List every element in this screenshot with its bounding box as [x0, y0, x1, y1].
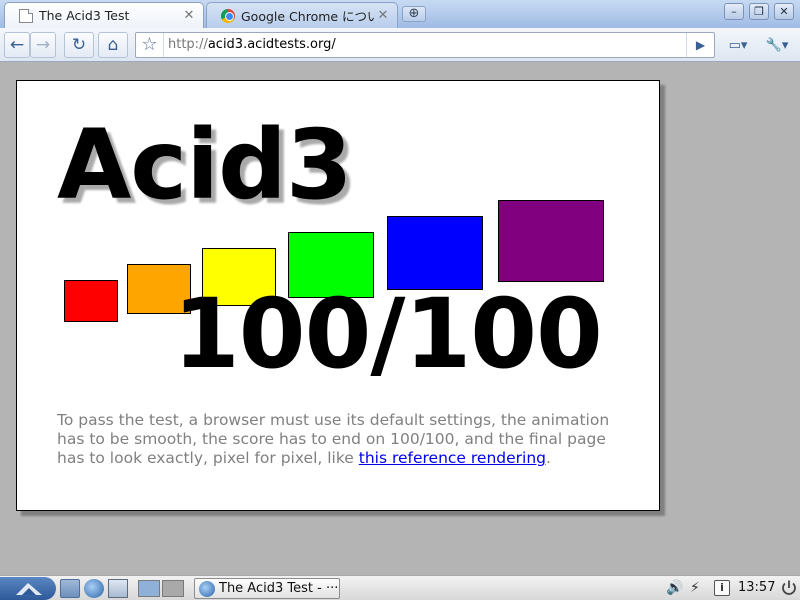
- bucket-red: [64, 280, 118, 322]
- tools-menu-button[interactable]: 🔧▾: [760, 32, 794, 58]
- home-button[interactable]: ⌂: [98, 32, 128, 58]
- url-text[interactable]: http://acid3.acidtests.org/: [168, 33, 336, 57]
- show-desktop-icon[interactable]: [108, 579, 128, 598]
- maximize-button[interactable]: ❐: [749, 3, 769, 20]
- start-menu-button[interactable]: [0, 577, 56, 600]
- new-tab-button[interactable]: ⊕: [402, 6, 426, 22]
- forward-arrow-icon: →: [35, 35, 51, 55]
- start-logo-icon: [16, 583, 42, 595]
- url-host: acid3.acidtests.org/: [207, 37, 336, 52]
- page-viewport: Acid3 100/100 To pass the test, a browse…: [0, 63, 800, 575]
- task-title: The Acid3 Test - ···: [219, 581, 339, 596]
- tab-acid3[interactable]: The Acid3 Test ✕: [4, 2, 204, 28]
- reference-rendering-link[interactable]: this reference rendering: [359, 449, 546, 467]
- bookmark-star-icon[interactable]: ☆: [136, 33, 164, 57]
- home-icon: ⌂: [107, 35, 119, 55]
- browser-toolbar: ← → ↻ ⌂ ☆ http://acid3.acidtests.org/ ▶ …: [0, 28, 800, 62]
- reload-icon: ↻: [71, 35, 87, 55]
- page-icon: [19, 8, 33, 23]
- browser-task-icon: [199, 580, 215, 597]
- taskbar-item-acid3[interactable]: The Acid3 Test - ···: [194, 578, 340, 599]
- bucket-purple: [498, 200, 604, 282]
- tab-close-icon[interactable]: ✕: [181, 8, 197, 23]
- workspace-2[interactable]: [162, 580, 184, 597]
- clock[interactable]: 13:57: [738, 580, 775, 596]
- web-browser-icon[interactable]: [84, 579, 104, 598]
- page-menu-icon: ▭▾: [728, 37, 748, 53]
- wrench-icon: 🔧▾: [765, 37, 789, 53]
- info-icon[interactable]: i: [714, 580, 730, 596]
- score: 100/100: [173, 278, 603, 390]
- close-window-button[interactable]: ✕: [774, 3, 794, 20]
- workspace-1[interactable]: [138, 580, 160, 597]
- instructions-end: .: [546, 449, 551, 467]
- reload-button[interactable]: ↻: [64, 32, 94, 58]
- volume-icon[interactable]: 🔊: [666, 580, 683, 596]
- tab-about-chrome[interactable]: Google Chrome について ✕: [206, 2, 398, 28]
- url-scheme: http://: [168, 37, 208, 52]
- tab-title: The Acid3 Test: [39, 8, 130, 23]
- taskbar: The Acid3 Test - ··· 🔊 ⚡ i 13:57: [0, 575, 800, 600]
- tab-close-icon[interactable]: ✕: [375, 8, 391, 23]
- back-button[interactable]: ←: [4, 32, 30, 58]
- forward-button[interactable]: →: [30, 32, 56, 58]
- page-menu-button[interactable]: ▭▾: [722, 32, 754, 58]
- minimize-button[interactable]: –: [724, 3, 744, 20]
- file-manager-icon[interactable]: [60, 579, 80, 598]
- chrome-icon: [221, 8, 235, 23]
- back-arrow-icon: ←: [9, 35, 25, 55]
- title-bar: The Acid3 Test ✕ Google Chrome について ✕ ⊕ …: [0, 0, 800, 28]
- instructions: To pass the test, a browser must use its…: [57, 411, 627, 468]
- power-icon[interactable]: [780, 579, 798, 597]
- network-icon[interactable]: ⚡: [690, 580, 700, 596]
- go-button[interactable]: ▶: [686, 33, 714, 57]
- acid3-title: Acid3: [57, 109, 353, 221]
- acid3-test-box: Acid3 100/100 To pass the test, a browse…: [16, 80, 660, 511]
- tab-title: Google Chrome について: [241, 9, 375, 24]
- address-bar[interactable]: ☆ http://acid3.acidtests.org/ ▶: [135, 32, 715, 58]
